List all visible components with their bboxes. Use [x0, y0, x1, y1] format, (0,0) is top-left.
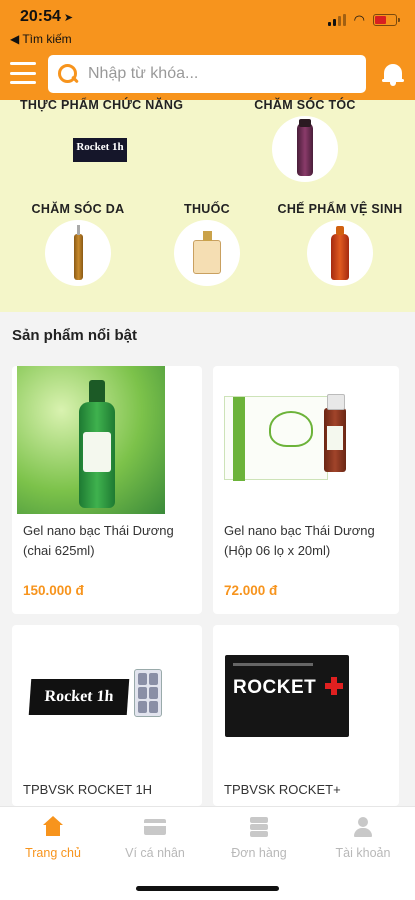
product-price: 150.000 đ — [23, 583, 84, 598]
product-card[interactable]: Rocket 1h TPBVSK ROCKET 1H — [12, 625, 202, 806]
hygiene-bottle — [331, 226, 349, 280]
nav-label: Đơn hàng — [231, 846, 287, 860]
pill-blister — [134, 669, 162, 717]
category-label: THUỐC — [184, 202, 230, 216]
product-name: Gel nano bạc Thái Dương (Hộp 06 lọ x 20m… — [224, 523, 375, 558]
home-icon — [42, 816, 64, 837]
category-hair-care[interactable]: CHĂM SÓC TÓC — [230, 98, 380, 182]
medicine-bottle — [193, 231, 221, 274]
product-image: Rocket 1h — [22, 625, 172, 773]
signal-icon — [327, 14, 346, 26]
plus-icon — [325, 677, 343, 695]
category-image — [174, 220, 240, 286]
nav-account[interactable]: Tài khoản — [318, 817, 408, 860]
nav-home[interactable]: Trang chủ — [8, 816, 98, 860]
rocket-1h-box: Rocket 1h — [28, 679, 130, 715]
category-image — [45, 220, 111, 286]
app-header: 20:54 ➤ ◀ Tìm kiếm ◠ — [0, 0, 415, 100]
category-image — [272, 116, 338, 182]
user-icon — [352, 817, 374, 837]
shampoo-bottle — [297, 119, 313, 176]
product-card[interactable]: Gel nano bạc Thái Dương (Hộp 06 lọ x 20m… — [213, 366, 399, 614]
search-icon — [56, 62, 80, 86]
category-image — [307, 220, 373, 286]
status-icons: ◠ — [327, 12, 400, 28]
product-image — [17, 366, 165, 514]
nav-orders[interactable]: Đơn hàng — [214, 817, 304, 860]
back-to-search-link[interactable]: ◀ Tìm kiếm — [10, 32, 72, 46]
category-section: THỰC PHẨM CHỨC NĂNG Rocket 1h CHĂM SÓC T… — [0, 98, 415, 312]
wifi-icon: ◠ — [353, 12, 365, 27]
search-box[interactable] — [48, 55, 366, 93]
nav-label: Tài khoản — [335, 846, 391, 860]
product-card[interactable]: ROCKET TPBVSK ROCKET+ — [213, 625, 399, 806]
notification-bell-icon[interactable] — [382, 62, 404, 86]
category-functional-food[interactable]: THỰC PHẨM CHỨC NĂNG Rocket 1h — [20, 98, 184, 182]
rocket-1h-box-text: Rocket 1h — [43, 688, 115, 705]
serum-vial — [74, 225, 83, 280]
gel-pump-bottle — [79, 380, 115, 508]
home-indicator — [136, 886, 279, 891]
product-image: ROCKET — [215, 625, 365, 773]
product-card[interactable]: Gel nano bạc Thái Dương (chai 625ml) 150… — [12, 366, 202, 614]
category-medicine[interactable]: THUỐC — [162, 202, 252, 286]
status-time-text: 20:54 — [20, 8, 61, 25]
product-image — [218, 366, 366, 514]
search-input[interactable] — [88, 65, 358, 83]
rocket-plus-box-text: ROCKET — [233, 677, 317, 698]
nav-label: Ví cá nhân — [125, 846, 185, 860]
nav-label: Trang chủ — [25, 846, 81, 860]
location-arrow-icon: ➤ — [63, 12, 74, 24]
featured-title: Sản phẩm nổi bật — [12, 327, 138, 344]
category-label: CHẾ PHẨM VỆ SINH — [277, 202, 403, 216]
battery-icon — [373, 14, 400, 26]
rocket-plus-box: ROCKET — [225, 655, 349, 737]
nav-wallet[interactable]: Ví cá nhân — [110, 817, 200, 860]
product-name: TPBVSK ROCKET 1H — [23, 782, 153, 797]
status-time: 20:54 ➤ — [20, 8, 73, 26]
gel-box — [224, 396, 328, 481]
product-price: 72.000 đ — [224, 583, 278, 598]
category-hygiene[interactable]: CHẾ PHẨM VỆ SINH — [272, 202, 408, 286]
wallet-icon — [144, 817, 166, 837]
layers-icon — [248, 817, 270, 837]
category-label: CHĂM SÓC TÓC — [254, 98, 356, 112]
menu-button[interactable] — [10, 62, 36, 84]
rocket-1h-package-text: Rocket 1h — [76, 141, 124, 153]
category-image: Rocket 1h — [67, 116, 133, 182]
category-label: CHĂM SÓC DA — [31, 202, 125, 216]
rocket-1h-package: Rocket 1h — [73, 138, 127, 162]
category-skin-care[interactable]: CHĂM SÓC DA — [18, 202, 138, 286]
category-label: THỰC PHẨM CHỨC NĂNG — [20, 98, 184, 112]
product-name: Gel nano bạc Thái Dương (chai 625ml) — [23, 523, 174, 558]
gel-small-bottle — [324, 394, 346, 472]
product-name: TPBVSK ROCKET+ — [224, 782, 341, 797]
